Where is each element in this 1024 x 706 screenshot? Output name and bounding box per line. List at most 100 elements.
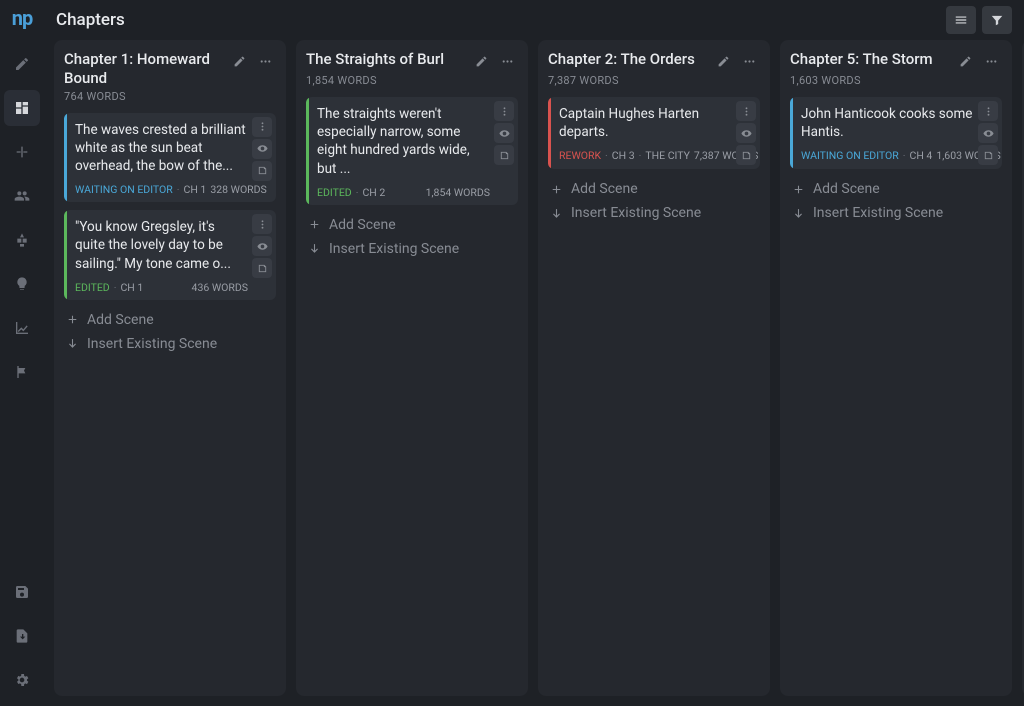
scene-status-label: WAITING ON EDITOR bbox=[801, 149, 899, 162]
scene-meta: REWORK·CH 3·THE CITY7,387 WORDS bbox=[559, 149, 732, 162]
scene-meta: WAITING ON EDITOR·CH 1328 WORDS bbox=[75, 183, 248, 196]
scene-more-button[interactable] bbox=[252, 214, 272, 234]
scene-more-button[interactable] bbox=[978, 101, 998, 121]
structure-icon[interactable] bbox=[4, 222, 40, 258]
scene-status-label: EDITED bbox=[75, 281, 110, 294]
column-header: Chapter 2: The Orders bbox=[548, 50, 760, 72]
scene-card[interactable]: Captain Hughes Harten departs. REWORK·CH … bbox=[548, 97, 760, 169]
sidebar: np bbox=[0, 0, 44, 706]
board-icon[interactable] bbox=[4, 90, 40, 126]
scene-chapter-label: CH 2 bbox=[362, 186, 385, 199]
scene-word-count: 1,854 WORDS bbox=[426, 186, 490, 199]
scene-meta: EDITED·CH 1436 WORDS bbox=[75, 281, 248, 294]
export-icon[interactable] bbox=[4, 618, 40, 654]
scene-excerpt: The straights weren't especially narrow,… bbox=[317, 105, 490, 178]
add-scene-label: Add Scene bbox=[813, 181, 880, 197]
scene-status-label: EDITED bbox=[317, 186, 352, 199]
chart-icon[interactable] bbox=[4, 310, 40, 346]
scene-more-button[interactable] bbox=[494, 101, 514, 121]
chapter-column: Chapter 5: The Storm 1,603 WORDS John Hant… bbox=[780, 40, 1012, 696]
scene-word-count: 436 WORDS bbox=[192, 281, 248, 294]
column-word-count: 764 WORDS bbox=[64, 90, 276, 103]
insert-existing-scene-button[interactable]: Insert Existing Scene bbox=[790, 201, 1002, 225]
column-more-button[interactable] bbox=[738, 50, 760, 72]
column-more-button[interactable] bbox=[496, 50, 518, 72]
menu-button[interactable] bbox=[946, 6, 976, 34]
column-header: Chapter 5: The Storm bbox=[790, 50, 1002, 72]
scene-view-button[interactable] bbox=[736, 123, 756, 143]
column-edit-button[interactable] bbox=[228, 50, 250, 72]
app-root: np bbox=[0, 0, 1024, 706]
column-edit-button[interactable] bbox=[712, 50, 734, 72]
column-title[interactable]: Chapter 5: The Storm bbox=[790, 50, 950, 69]
scene-view-button[interactable] bbox=[978, 123, 998, 143]
column-title[interactable]: Chapter 2: The Orders bbox=[548, 50, 708, 69]
add-scene-label: Add Scene bbox=[571, 181, 638, 197]
save-icon[interactable] bbox=[4, 574, 40, 610]
column-title[interactable]: Chapter 1: Homeward Bound bbox=[64, 50, 224, 88]
insert-existing-scene-button[interactable]: Insert Existing Scene bbox=[306, 237, 518, 261]
scene-more-button[interactable] bbox=[736, 101, 756, 121]
chapter-column: The Straights of Burl 1,854 WORDS The stra… bbox=[296, 40, 528, 696]
scene-body: The waves crested a brilliant white as t… bbox=[67, 113, 252, 203]
scene-actions bbox=[252, 210, 276, 300]
filter-icon bbox=[990, 13, 1004, 27]
column-edit-button[interactable] bbox=[470, 50, 492, 72]
scene-note-button[interactable] bbox=[494, 145, 514, 165]
add-scene-button[interactable]: Add Scene bbox=[548, 177, 760, 201]
column-header: The Straights of Burl bbox=[306, 50, 518, 72]
insert-existing-label: Insert Existing Scene bbox=[329, 241, 459, 257]
scene-excerpt: John Hanticook cooks some Hantis. bbox=[801, 105, 974, 141]
flag-icon[interactable] bbox=[4, 354, 40, 390]
scene-status-label: WAITING ON EDITOR bbox=[75, 183, 173, 196]
kanban-board[interactable]: Chapter 1: Homeward Bound 764 WORDS The wa… bbox=[44, 40, 1024, 706]
column-more-button[interactable] bbox=[980, 50, 1002, 72]
insert-existing-scene-button[interactable]: Insert Existing Scene bbox=[64, 332, 276, 356]
pen-icon[interactable] bbox=[4, 46, 40, 82]
scene-view-button[interactable] bbox=[252, 139, 272, 159]
scene-note-button[interactable] bbox=[978, 145, 998, 165]
scene-card[interactable]: John Hanticook cooks some Hantis. WAITING… bbox=[790, 97, 1002, 169]
add-scene-button[interactable]: Add Scene bbox=[64, 308, 276, 332]
insert-existing-label: Insert Existing Scene bbox=[813, 205, 943, 221]
menu-icon bbox=[954, 13, 968, 27]
settings-icon[interactable] bbox=[4, 662, 40, 698]
chapter-column: Chapter 1: Homeward Bound 764 WORDS The wa… bbox=[54, 40, 286, 696]
scene-card[interactable]: "You know Gregsley, it's quite the lovel… bbox=[64, 210, 276, 300]
column-title[interactable]: The Straights of Burl bbox=[306, 50, 466, 69]
add-scene-button[interactable]: Add Scene bbox=[790, 177, 1002, 201]
column-more-button[interactable] bbox=[254, 50, 276, 72]
scene-excerpt: "You know Gregsley, it's quite the lovel… bbox=[75, 218, 248, 273]
scene-card[interactable]: The waves crested a brilliant white as t… bbox=[64, 113, 276, 203]
insert-existing-label: Insert Existing Scene bbox=[571, 205, 701, 221]
add-scene-button[interactable]: Add Scene bbox=[306, 213, 518, 237]
column-word-count: 1,603 WORDS bbox=[790, 74, 1002, 87]
scene-body: John Hanticook cooks some Hantis. WAITING… bbox=[793, 97, 978, 169]
add-scene-label: Add Scene bbox=[329, 217, 396, 233]
scene-view-button[interactable] bbox=[494, 123, 514, 143]
scene-note-button[interactable] bbox=[736, 145, 756, 165]
chapter-column: Chapter 2: The Orders 7,387 WORDS Captain … bbox=[538, 40, 770, 696]
scene-chapter-label: CH 3 bbox=[612, 149, 635, 162]
app-logo[interactable]: np bbox=[12, 6, 32, 30]
scene-view-button[interactable] bbox=[252, 236, 272, 256]
scene-actions bbox=[252, 113, 276, 203]
scene-excerpt: The waves crested a brilliant white as t… bbox=[75, 121, 248, 176]
scene-chapter-label: CH 1 bbox=[183, 183, 206, 196]
scene-location-label: THE CITY bbox=[645, 149, 690, 162]
lightbulb-icon[interactable] bbox=[4, 266, 40, 302]
people-icon[interactable] bbox=[4, 178, 40, 214]
scene-excerpt: Captain Hughes Harten departs. bbox=[559, 105, 732, 141]
scene-status-label: REWORK bbox=[559, 149, 601, 162]
scene-more-button[interactable] bbox=[252, 117, 272, 137]
column-edit-button[interactable] bbox=[954, 50, 976, 72]
timeline-icon[interactable] bbox=[4, 134, 40, 170]
column-word-count: 7,387 WORDS bbox=[548, 74, 760, 87]
filter-button[interactable] bbox=[982, 6, 1012, 34]
page-title: Chapters bbox=[56, 10, 125, 30]
scene-note-button[interactable] bbox=[252, 258, 272, 278]
insert-existing-scene-button[interactable]: Insert Existing Scene bbox=[548, 201, 760, 225]
scene-card[interactable]: The straights weren't especially narrow,… bbox=[306, 97, 518, 205]
scene-body: The straights weren't especially narrow,… bbox=[309, 97, 494, 205]
scene-note-button[interactable] bbox=[252, 161, 272, 181]
